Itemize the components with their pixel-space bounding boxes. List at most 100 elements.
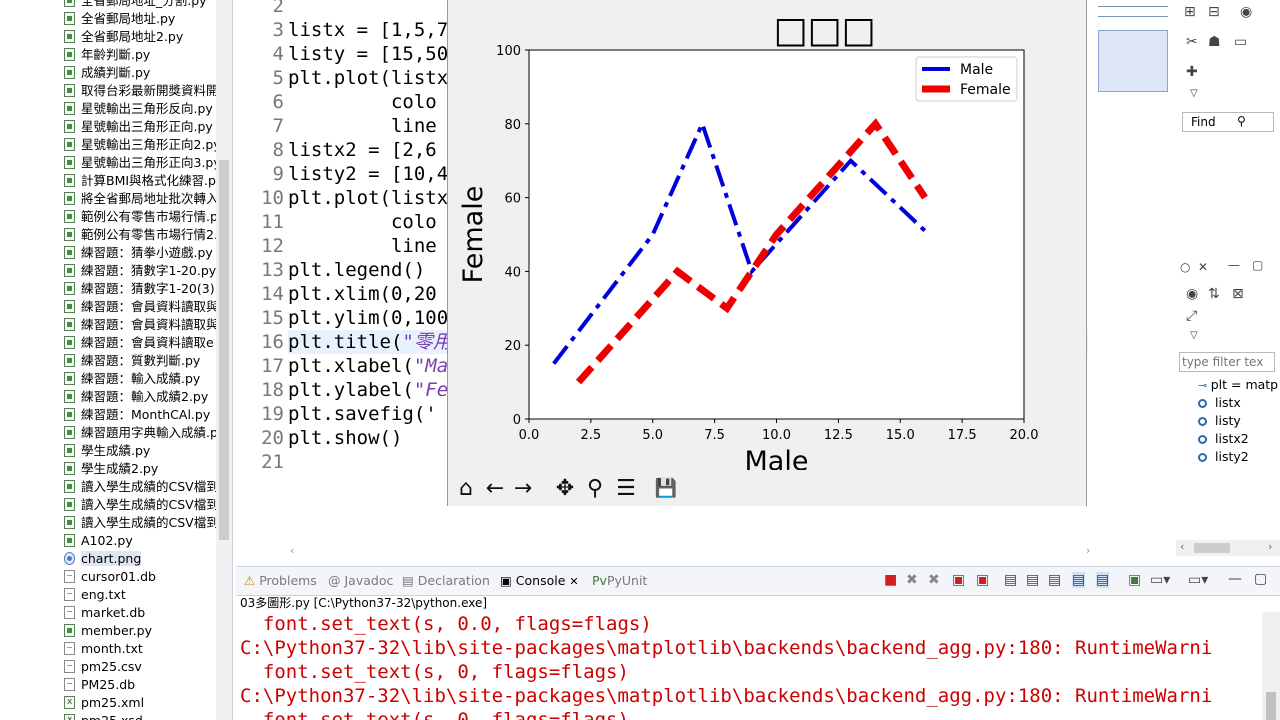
sort-az-icon[interactable]: ⇅ — [1208, 286, 1220, 302]
back-arrow-icon[interactable]: ← — [482, 476, 508, 502]
file-item[interactable]: chart.png — [64, 550, 142, 568]
file-item[interactable]: A102.py — [64, 532, 133, 550]
maximize-icon[interactable]: ▢ — [1252, 258, 1263, 272]
file-item[interactable]: 學生成績.py — [64, 442, 150, 460]
tab-console[interactable]: ▣ Console ✕ — [494, 567, 583, 595]
file-item[interactable]: pm25.xml — [64, 693, 144, 712]
code-line[interactable]: line — [288, 234, 437, 258]
file-item[interactable]: 全省郵局地址.py — [64, 10, 175, 28]
code-line[interactable]: listy = [15,50 — [288, 42, 448, 66]
code-line[interactable]: colo — [288, 210, 437, 234]
code-line[interactable]: plt.xlabel("Ma — [288, 354, 448, 378]
scroll-left-icon[interactable]: ‹ — [1180, 540, 1184, 553]
file-item[interactable]: 練習題：猜數字1-20(3). — [64, 280, 219, 298]
tab-pyunit[interactable]: PvPyUnit — [592, 572, 647, 590]
minimize-icon[interactable]: — — [1228, 258, 1240, 272]
code-line[interactable]: colo — [288, 90, 437, 114]
code-line[interactable]: plt.ylabel("Fe — [288, 378, 448, 402]
file-item[interactable]: 星號輸出三角形正向2.py — [64, 136, 221, 154]
code-line[interactable]: plt.xlim(0,20 — [288, 282, 437, 306]
people-icon[interactable]: ☗ — [1208, 34, 1221, 50]
pan-icon[interactable]: ✥ — [552, 476, 578, 502]
file-item[interactable]: 全省郵局地址_分割.py — [64, 0, 207, 10]
minimize-icon[interactable]: — — [1228, 571, 1242, 587]
find-field[interactable]: Find ⚲ — [1182, 112, 1274, 132]
file-item[interactable]: 取得台彩最新開獎資料開 — [64, 82, 219, 100]
scroll-right-icon[interactable]: › — [1268, 540, 1272, 553]
file-item[interactable]: month.txt — [64, 640, 143, 658]
file-item[interactable]: 全省郵局地址2.py — [64, 28, 183, 46]
minimize-icon[interactable]: ▭ — [1234, 34, 1247, 50]
console-scrollbar[interactable] — [1262, 612, 1280, 720]
matplotlib-figure-window[interactable]: □□□ 0.0 2.5 5.0 7.5 10.0 12.5 15.0 17.5 20.0 0 20 40… — [447, 0, 1087, 506]
file-item[interactable]: 練習題：會員資料讀取e — [64, 334, 214, 352]
code-line[interactable]: plt.show() — [288, 426, 402, 450]
code-line[interactable]: plt.ylim(0,100 — [288, 306, 448, 330]
code-line[interactable]: line — [288, 114, 437, 138]
zoom-icon[interactable]: ⚲ — [582, 476, 608, 502]
code-line[interactable]: plt.savefig(' — [288, 402, 437, 426]
configure-subplots-icon[interactable]: ☰ — [613, 476, 639, 502]
save-icon[interactable]: 💾 — [653, 476, 679, 502]
search-icon[interactable]: ⚲ — [1237, 114, 1246, 128]
file-item[interactable]: 學生成績2.py — [64, 460, 158, 478]
code-line[interactable]: listx2 = [2,6 — [288, 138, 437, 162]
file-item[interactable]: 星號輸出三角形正向.py — [64, 118, 213, 136]
display-console-icon[interactable]: ▭▾ — [1150, 572, 1170, 588]
code-line[interactable]: plt.plot(listx — [288, 186, 448, 210]
forward-arrow-icon[interactable]: → — [510, 476, 536, 502]
tools-icon[interactable]: ✂ — [1186, 34, 1198, 50]
file-item[interactable]: 星號輸出三角形反向.py — [64, 100, 213, 118]
collapse-icon[interactable]: ⊠ — [1232, 286, 1244, 302]
scroll-lock-icon[interactable]: ▤ — [1026, 572, 1039, 588]
file-item[interactable]: 練習題：會員資料讀取與 — [64, 316, 219, 334]
new-console-icon[interactable]: ▭▾ — [1188, 572, 1208, 588]
file-item[interactable]: 讀入學生成績的CSV檔到 — [64, 478, 219, 496]
outline-item[interactable]: listx2 — [1198, 430, 1249, 448]
code-line[interactable]: listy2 = [10,4 — [288, 162, 448, 186]
file-item[interactable]: 練習題：MonthCAl.py — [64, 406, 210, 424]
file-item[interactable]: 練習題：輸入成績.py — [64, 370, 200, 388]
file-item[interactable]: 年齡判斷.py — [64, 46, 150, 64]
hierarchy-icon[interactable]: ⊞ — [1184, 4, 1196, 20]
file-item[interactable]: 成績判斷.py — [64, 64, 150, 82]
outline-item[interactable]: listy — [1198, 412, 1241, 430]
explorer-scrollbar[interactable] — [216, 0, 232, 720]
link-icon[interactable]: ⤢ — [1186, 308, 1197, 324]
terminate-icon[interactable]: ■ — [884, 572, 897, 588]
scroll-left-icon[interactable]: ‹ — [290, 544, 294, 557]
file-item[interactable]: 計算BMI與格式化練習.p — [64, 172, 216, 190]
file-item[interactable]: PM25.db — [64, 676, 135, 694]
tab-javadoc[interactable]: @ Javadoc — [328, 572, 393, 590]
tree-icon[interactable]: ⊟ — [1208, 4, 1220, 20]
file-item[interactable]: 讀入學生成績的CSV檔到 — [64, 514, 219, 532]
outline-item[interactable]: listy2 — [1198, 448, 1249, 466]
stop-all-icon[interactable]: ▣ — [976, 572, 989, 588]
clear-console-icon[interactable]: ▤ — [1004, 572, 1017, 588]
filter-icon[interactable]: ◉ — [1186, 286, 1198, 302]
code-line[interactable]: plt.legend() — [288, 258, 425, 282]
tab-declaration[interactable]: ▤ Declaration — [402, 572, 490, 590]
file-item[interactable]: 將全省郵局地址批次轉入 — [64, 190, 219, 208]
code-line[interactable]: plt.plot(listx — [288, 66, 448, 90]
file-item[interactable]: member.py — [64, 622, 152, 640]
word-wrap-icon[interactable]: ▤ — [1048, 572, 1061, 588]
file-item[interactable]: 讀入學生成績的CSV檔到 — [64, 496, 219, 514]
file-item[interactable]: pm25.csv — [64, 658, 142, 676]
outline-horizontal-scrollbar[interactable]: ‹ › — [1176, 540, 1280, 556]
file-item[interactable]: 練習題：猜拳小遊戲.py — [64, 244, 213, 262]
code-line[interactable]: listx = [1,5,7 — [288, 18, 448, 42]
file-item[interactable]: 練習題：會員資料讀取與 — [64, 298, 219, 316]
chevron-down-icon[interactable]: ▽ — [1190, 330, 1198, 341]
maximize-icon[interactable]: ▢ — [1254, 571, 1267, 587]
show-on-error-icon[interactable]: ▤ — [1096, 572, 1110, 588]
close-icon[interactable]: ✕ — [1198, 260, 1208, 274]
file-item[interactable]: eng.txt — [64, 586, 126, 604]
file-item[interactable]: 練習題：質數判斷.py — [64, 352, 200, 370]
remove-launch-icon[interactable]: ✖ — [906, 572, 918, 588]
remove-all-icon[interactable]: ✖ — [928, 572, 940, 588]
outline-filter-input[interactable] — [1179, 352, 1275, 372]
file-item[interactable]: 練習題用字典輸入成績.p — [64, 424, 218, 442]
show-on-output-icon[interactable]: ▤ — [1072, 572, 1086, 588]
console-output[interactable]: font.set_text(s, 0.0, flags=flags) C:\Pyt… — [240, 612, 1260, 720]
